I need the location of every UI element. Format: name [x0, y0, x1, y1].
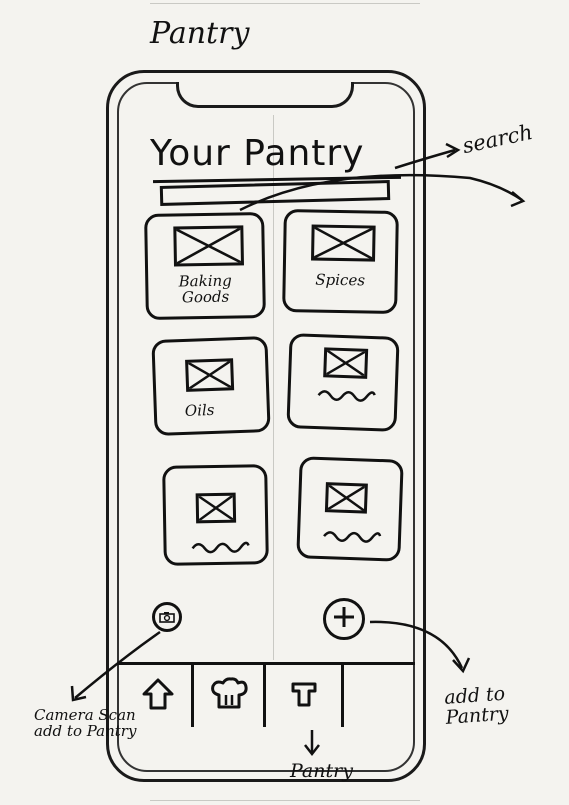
- camera-icon: [159, 608, 175, 627]
- annotation-camera-scan: Camera Scan add to Pantry: [34, 706, 137, 740]
- paper-line-bottom: [150, 800, 420, 801]
- category-card-4[interactable]: [286, 333, 400, 432]
- page-title: Pantry: [150, 16, 250, 51]
- tab-empty[interactable]: [344, 665, 408, 727]
- pantry-icon: [289, 679, 319, 713]
- image-placeholder-icon: [311, 224, 376, 262]
- category-card-spices[interactable]: Spices: [282, 209, 399, 314]
- category-card-baking-goods[interactable]: Baking Goods: [144, 211, 266, 321]
- camera-scan-button[interactable]: [152, 602, 182, 632]
- add-to-pantry-button[interactable]: [323, 598, 365, 640]
- tab-recipes[interactable]: [194, 665, 266, 727]
- category-label: Spices: [315, 270, 366, 290]
- category-card-oils[interactable]: Oils: [151, 336, 271, 436]
- plus-icon: [331, 604, 357, 634]
- tab-pantry[interactable]: [266, 665, 344, 727]
- phone-notch: [176, 82, 354, 108]
- paper-line-top: [150, 3, 420, 4]
- image-placeholder-icon: [173, 225, 244, 267]
- annotation-search: search: [460, 119, 535, 159]
- category-label: Baking Goods: [178, 271, 232, 307]
- category-card-6[interactable]: [296, 456, 404, 562]
- screen-header-title: Your Pantry: [150, 133, 365, 174]
- placeholder-text-squiggle: [191, 541, 250, 554]
- image-placeholder-icon: [195, 492, 237, 524]
- placeholder-text-squiggle: [317, 390, 376, 402]
- category-label: Oils: [184, 400, 215, 420]
- home-icon: [141, 677, 175, 715]
- annotation-add-to-pantry: add to Pantry: [443, 682, 510, 729]
- image-placeholder-icon: [323, 347, 369, 379]
- category-card-5[interactable]: [162, 464, 269, 566]
- image-placeholder-icon: [324, 482, 368, 514]
- image-placeholder-icon: [185, 358, 235, 392]
- annotation-pantry-tab: Pantry: [290, 760, 353, 782]
- chef-hat-icon: [209, 677, 249, 715]
- placeholder-text-squiggle: [323, 531, 382, 543]
